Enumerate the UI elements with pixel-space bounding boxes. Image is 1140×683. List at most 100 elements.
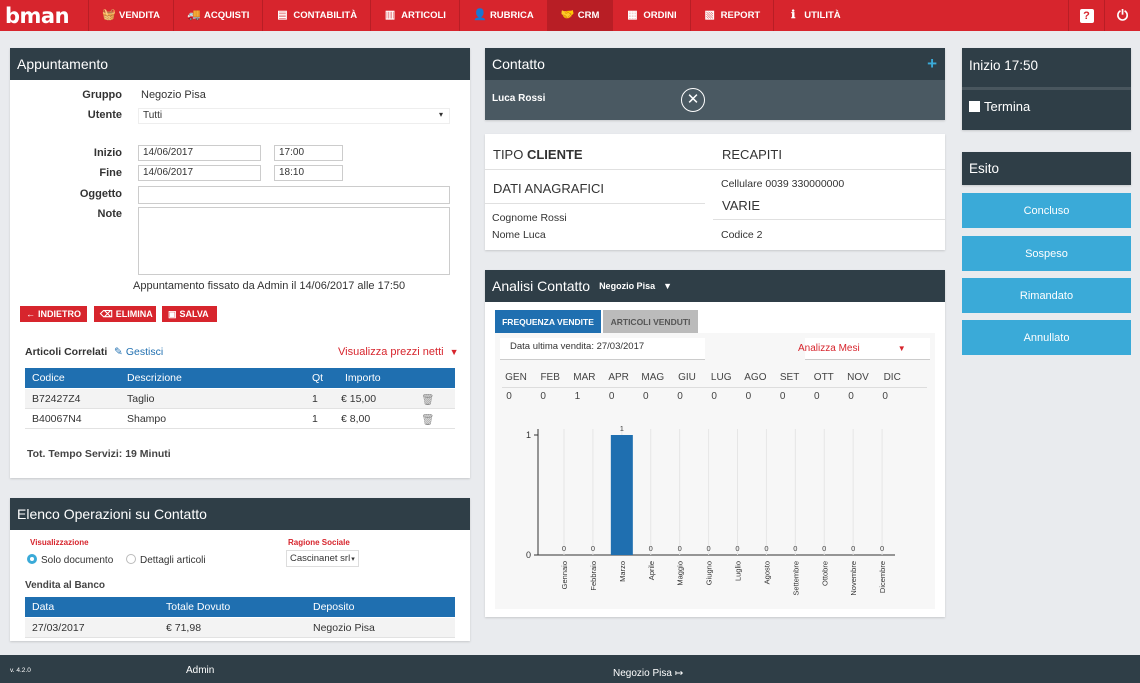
nav-acquisti[interactable]: 🚚 ACQUISTI — [173, 0, 262, 31]
x-tick-label-agosto: Agosto — [762, 561, 771, 584]
inizio-time-input[interactable]: 17:00 — [274, 145, 343, 161]
month-header-gen: GEN — [505, 372, 527, 383]
table-row[interactable]: B40067N4 Shampo 1 € 8,00 🗑 — [25, 409, 455, 429]
analisi-store-select[interactable]: Negozio Pisa — [599, 281, 655, 291]
nav-ordini[interactable]: ▦ ORDINI — [612, 0, 689, 31]
barcode-icon: ▥ — [384, 9, 396, 21]
articoli-table-header: Codice Descrizione Qt Importo — [25, 368, 455, 388]
help-icon[interactable]: ? — [1068, 0, 1104, 31]
trash-icon[interactable]: 🗑 — [421, 393, 434, 406]
fine-date-input[interactable]: 14/06/2017 — [138, 165, 261, 181]
fine-time-input[interactable]: 18:10 — [274, 165, 343, 181]
table-row[interactable]: B72427Z4 Taglio 1 € 15,00 🗑 — [25, 389, 455, 409]
concluso-button[interactable]: Concluso — [962, 193, 1131, 228]
month-value-feb: 0 — [540, 391, 546, 402]
nav-utilita[interactable]: ℹ UTILITÀ — [773, 0, 853, 31]
visualizza-prezzi-netti-toggle[interactable]: Visualizza prezzi netti ▼ — [338, 346, 459, 358]
note-textarea[interactable] — [138, 207, 450, 275]
analisi-header: Analisi Contatto Negozio Pisa ▼ — [485, 270, 945, 302]
radio-solo-documento[interactable]: Solo documento — [27, 554, 113, 566]
ragione-sociale-select[interactable]: Cascinanet srl▾ — [286, 550, 359, 567]
arrow-left-icon: ← — [26, 309, 35, 319]
oggetto-input[interactable] — [138, 186, 450, 204]
row-qt: 1 — [312, 393, 318, 405]
data-label-giugno: 0 — [706, 544, 710, 553]
month-value-mag: 0 — [643, 391, 649, 402]
remove-contact-icon[interactable]: ✕ — [681, 88, 705, 112]
month-value-lug: 0 — [711, 391, 717, 402]
note-label: Note — [97, 208, 122, 220]
x-tick-label-novembre: Novembre — [849, 561, 858, 596]
nav-articoli[interactable]: ▥ ARTICOLI — [370, 0, 459, 31]
contatto-panel: Contatto + Luca Rossi ✕ — [485, 48, 945, 120]
month-header-dic: DIC — [883, 372, 901, 383]
footer-store[interactable]: Negozio Pisa ↦ — [613, 668, 683, 679]
ledger-icon: ▤ — [277, 9, 288, 21]
tab-articoli-venduti[interactable]: ARTICOLI VENDUTI — [603, 310, 698, 333]
col-data: Data — [32, 601, 55, 613]
power-icon[interactable]: ⏻ — [1104, 0, 1140, 31]
nav-report[interactable]: ▧ REPORT — [689, 0, 774, 31]
bman-logo[interactable]: bman — [0, 0, 88, 31]
rimandato-button[interactable]: Rimandato — [962, 278, 1131, 313]
inizio-date-input[interactable]: 14/06/2017 — [138, 145, 261, 161]
gestisci-link[interactable]: ✎ Gestisci — [114, 346, 163, 358]
app-version: v. 4.2.0 — [10, 667, 31, 674]
caret-down-icon: ▼ — [897, 344, 906, 353]
nav-rubrica[interactable]: 👤 RUBRICA — [458, 0, 547, 31]
checkbox-icon — [969, 101, 980, 112]
row-codice: B72427Z4 — [32, 393, 81, 405]
main-menu: 🧺 VENDITA 🚚 ACQUISTI ▤ CONTABILITÀ ▥ ARTICOL… — [88, 0, 854, 31]
row-importo: € 15,00 — [341, 393, 377, 405]
analizza-mesi-select[interactable]: Analizza Mesi ▼ — [798, 343, 906, 354]
x-tick-label-giugno: Giugno — [705, 561, 714, 585]
esito-title: Esito — [962, 152, 1131, 185]
sospeso-button[interactable]: Sospeso — [962, 236, 1131, 271]
caret-down-icon[interactable]: ▼ — [663, 281, 672, 291]
x-tick-label-dicembre: Dicembre — [878, 561, 887, 593]
tab-frequenza-vendite[interactable]: FREQUENZA VENDITE — [495, 310, 601, 333]
inizio-label: Inizio — [93, 147, 122, 159]
data-label-dicembre: 0 — [880, 544, 884, 553]
radio-dettagli-articoli[interactable]: Dettagli articoli — [126, 554, 206, 566]
x-tick-label-maggio: Maggio — [676, 561, 685, 586]
nav-crm[interactable]: 🤝 CRM — [546, 0, 613, 31]
annullato-button[interactable]: Annullato — [962, 320, 1131, 355]
col-deposito: Deposito — [313, 601, 355, 613]
data-label-settembre: 0 — [793, 544, 797, 553]
nav-contabilita[interactable]: ▤ CONTABILITÀ — [262, 0, 370, 31]
visualizzazione-label: Visualizzazione — [30, 538, 89, 547]
cognome-field: Cognome Rossi — [492, 212, 567, 224]
trash-icon[interactable]: 🗑 — [421, 413, 434, 426]
nav-vendita[interactable]: 🧺 VENDITA — [88, 0, 173, 31]
bar-marzo — [610, 435, 633, 555]
month-value-apr: 0 — [608, 391, 615, 402]
orders-icon: ▦ — [627, 9, 638, 21]
articoli-correlati-label: Articoli Correlati — [25, 346, 108, 358]
termina-checkbox[interactable]: Termina — [969, 99, 1030, 114]
truck-icon: 🚚 — [187, 9, 201, 21]
month-value-ott: 0 — [814, 391, 820, 402]
table-row[interactable]: 27/03/2017 € 71,98 Negozio Pisa — [25, 618, 455, 638]
nome-field: Nome Luca — [492, 229, 546, 241]
fine-label: Fine — [99, 167, 122, 179]
recapiti-heading: RECAPITI — [722, 147, 782, 162]
indietro-button[interactable]: ← INDIETRO — [20, 306, 87, 322]
month-header-ago: AGO — [744, 372, 767, 383]
row-qt: 1 — [312, 413, 318, 425]
data-label-agosto: 0 — [764, 544, 768, 553]
elimina-button[interactable]: ⌫ ELIMINA — [94, 306, 156, 322]
tipo-cliente-heading: TIPO CLIENTE — [493, 147, 583, 162]
add-contact-icon[interactable]: + — [927, 54, 937, 74]
salva-button[interactable]: ▣ SALVA — [162, 306, 217, 322]
radio-checked-icon — [27, 554, 37, 564]
x-tick-label-gennaio: Gennaio — [560, 561, 569, 589]
utente-select[interactable]: Tutti ▾ — [138, 108, 450, 124]
x-tick-label-aprile: Aprile — [647, 561, 656, 580]
data-label-luglio: 0 — [735, 544, 739, 553]
data-label-marzo: 1 — [620, 424, 624, 433]
cellulare-field: Cellulare 0039 330000000 — [721, 178, 845, 190]
dati-anagrafici-heading: DATI ANAGRAFICI — [493, 181, 604, 196]
ultima-vendita-text: Data ultima vendita: 27/03/2017 — [510, 341, 645, 352]
x-tick-label-settembre: Settembre — [791, 561, 800, 596]
